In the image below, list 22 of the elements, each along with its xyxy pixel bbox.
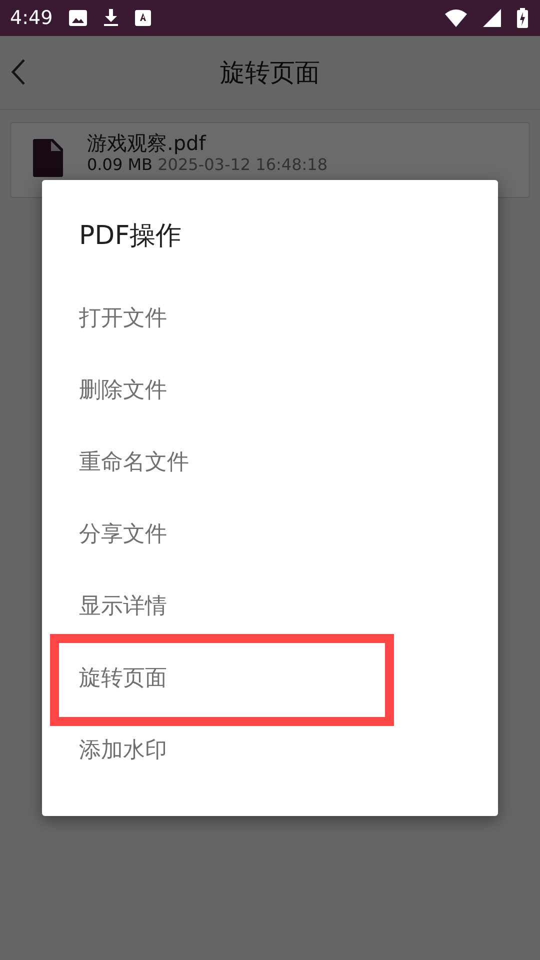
back-icon	[10, 58, 26, 86]
font-icon	[134, 10, 151, 26]
battery-icon	[517, 8, 528, 28]
download-icon	[102, 9, 119, 27]
dialog-title: PDF操作	[78, 220, 183, 253]
file-date: 2025-03-12 16:48:18	[158, 155, 328, 174]
menu-item[interactable]: 显示详情	[42, 572, 498, 644]
wifi-icon	[445, 9, 467, 27]
menu-item[interactable]: 删除文件	[42, 356, 498, 428]
status-time: 4:49	[10, 6, 53, 31]
image-icon	[68, 10, 87, 26]
menu-item[interactable]: 重命名文件	[42, 428, 498, 500]
menu-item[interactable]: 旋转页面	[59, 666, 385, 693]
signal-icon	[483, 9, 501, 27]
back-button[interactable]	[10, 58, 26, 86]
menu-item[interactable]: 分享文件	[42, 500, 498, 572]
page-title: 旋转页面	[220, 56, 320, 89]
file-size: 0.09 MB	[87, 155, 152, 174]
menu-item[interactable]: 添加水印	[42, 716, 498, 788]
file-icon	[33, 139, 63, 177]
file-name: 游戏观察.pdf	[87, 131, 208, 155]
menu-item[interactable]: 打开文件	[42, 284, 498, 356]
